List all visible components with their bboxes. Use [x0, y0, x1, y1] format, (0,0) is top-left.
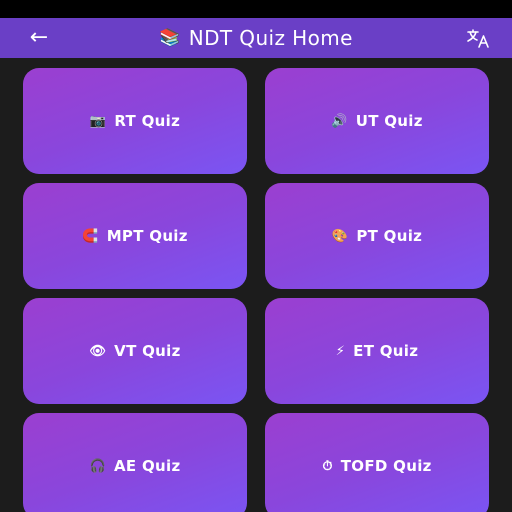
- quiz-card-tofd[interactable]: ⏱ TOFD Quiz: [265, 413, 489, 512]
- magnet-icon: 🧲: [82, 228, 99, 244]
- quiz-card-label: TOFD Quiz: [340, 456, 432, 475]
- quiz-card-et[interactable]: ⚡ ET Quiz: [265, 298, 489, 404]
- quiz-card-vt[interactable]: 👁 VT Quiz: [23, 298, 247, 404]
- palette-icon: 🎨: [331, 228, 349, 244]
- translate-icon[interactable]: [462, 26, 496, 50]
- quiz-card-ae[interactable]: 🎧 AE Quiz: [23, 413, 247, 512]
- quiz-card-label: UT Quiz: [355, 111, 423, 130]
- screen: ← 📚 NDT Quiz Home 📷 RT Quiz 🔊 UT Quiz 🧲 MPT Q…: [0, 0, 512, 512]
- camera-icon: 📷: [89, 113, 107, 129]
- quiz-card-label: ET Quiz: [353, 341, 419, 360]
- page-title-wrap: 📚 NDT Quiz Home: [0, 18, 512, 58]
- quiz-card-label: RT Quiz: [114, 111, 181, 130]
- quiz-card-ut[interactable]: 🔊 UT Quiz: [265, 68, 489, 174]
- quiz-card-label: MPT Quiz: [106, 226, 188, 245]
- headphones-icon: 🎧: [89, 458, 106, 474]
- lightning-icon: ⚡: [335, 343, 346, 359]
- quiz-grid: 📷 RT Quiz 🔊 UT Quiz 🧲 MPT Quiz 🎨 PT Quiz 👁 VT Qui…: [23, 68, 490, 512]
- books-icon: 📚: [159, 27, 181, 48]
- quiz-card-rt[interactable]: 📷 RT Quiz: [23, 68, 247, 174]
- stopwatch-icon: ⏱: [322, 458, 333, 474]
- speaker-icon: 🔊: [331, 113, 348, 129]
- quiz-card-pt[interactable]: 🎨 PT Quiz: [265, 183, 489, 289]
- quiz-card-label: VT Quiz: [114, 341, 181, 360]
- translate-icon-svg: [467, 29, 489, 48]
- quiz-card-label: PT Quiz: [356, 226, 423, 245]
- page-title: NDT Quiz Home: [188, 26, 353, 50]
- status-bar: [0, 0, 512, 18]
- app-bar: ← 📚 NDT Quiz Home: [0, 18, 512, 58]
- quiz-card-mpt[interactable]: 🧲 MPT Quiz: [23, 183, 247, 289]
- quiz-card-label: AE Quiz: [114, 456, 181, 475]
- eye-icon: 👁: [89, 343, 107, 359]
